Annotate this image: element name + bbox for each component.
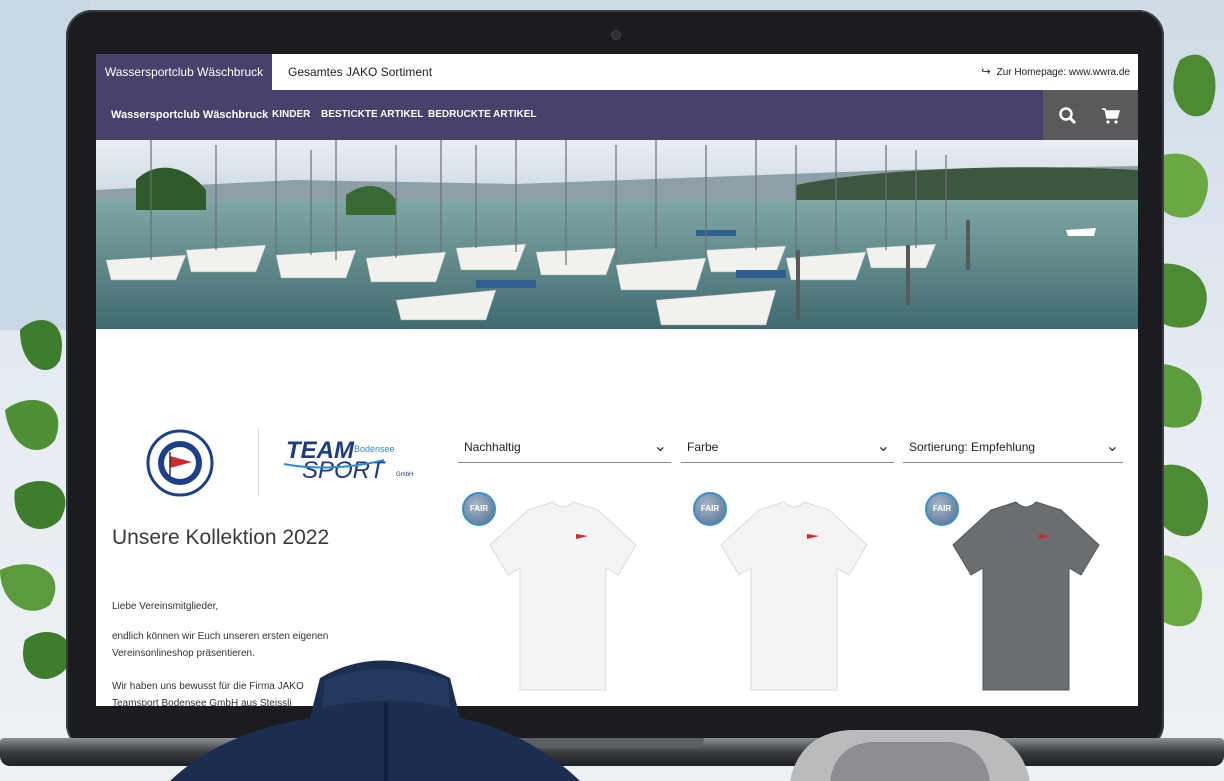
- nav-item-kinder[interactable]: KINDER: [272, 90, 310, 140]
- hero-marina-image: [96, 140, 1138, 329]
- nav-icon-group: [1043, 90, 1138, 140]
- tab-jako-sortiment[interactable]: Gesamtes JAKO Sortiment: [288, 54, 432, 90]
- tab-club-shop[interactable]: Wassersportclub Wäschbruck: [96, 54, 272, 90]
- chevron-down-icon: ⌄: [653, 438, 667, 455]
- svg-text:SPORT: SPORT: [302, 457, 387, 484]
- filter-label: Sortierung: Empfehlung: [909, 440, 1036, 454]
- filter-farbe[interactable]: Farbe ⌄: [681, 434, 894, 463]
- chevron-down-icon: ⌄: [876, 438, 890, 455]
- nav-item-bestickte-artikel[interactable]: BESTICKTE ARTIKEL: [321, 90, 423, 140]
- homepage-link-label: Zur Homepage: www.wwra.de: [996, 67, 1130, 78]
- club-logo: [146, 429, 214, 497]
- filter-nachhaltig[interactable]: Nachhaltig ⌄: [458, 434, 671, 463]
- svg-text:GmbH: GmbH: [396, 472, 413, 478]
- search-icon[interactable]: [1059, 90, 1077, 140]
- product-card[interactable]: FAIR: [689, 490, 899, 705]
- logo-divider: [258, 428, 259, 496]
- main-navbar: Wassersportclub Wäschbruck KINDER BESTIC…: [96, 90, 1138, 140]
- greeting-paragraph: Liebe Vereinsmitglieder,: [112, 601, 219, 612]
- sign-out-icon: ↪: [981, 66, 991, 78]
- filter-label: Nachhaltig: [464, 440, 521, 454]
- team-sport-logo: TEAM Bodensee SPORT GmbH: [283, 437, 413, 484]
- tshirt-image: [952, 501, 1100, 691]
- svg-text:Bodensee: Bodensee: [354, 444, 395, 454]
- collection-headline: Unsere Kollektion 2022: [112, 526, 330, 549]
- top-bar: Wassersportclub Wäschbruck Gesamtes JAKO…: [96, 54, 1138, 91]
- filter-label: Farbe: [687, 440, 719, 454]
- product-card[interactable]: FAIR: [921, 490, 1131, 705]
- webcam: [611, 30, 621, 40]
- grey-hoodie-image: [790, 730, 1030, 781]
- nav-item-bedruckte-artikel[interactable]: BEDRUCKTE ARTIKEL: [428, 90, 537, 140]
- browser-screen: Wassersportclub Wäschbruck Gesamtes JAKO…: [96, 54, 1138, 706]
- chevron-down-icon: ⌄: [1105, 438, 1119, 455]
- homepage-link[interactable]: ↪ Zur Homepage: www.wwra.de: [981, 54, 1130, 90]
- tshirt-image: [720, 501, 868, 691]
- filter-sortierung[interactable]: Sortierung: Empfehlung ⌄: [903, 434, 1123, 463]
- logo-area: TEAM Bodensee SPORT GmbH: [146, 429, 413, 497]
- navy-jacket-image: [170, 660, 580, 781]
- cart-icon[interactable]: [1101, 90, 1121, 140]
- nav-brand[interactable]: Wassersportclub Wäschbruck: [111, 90, 268, 140]
